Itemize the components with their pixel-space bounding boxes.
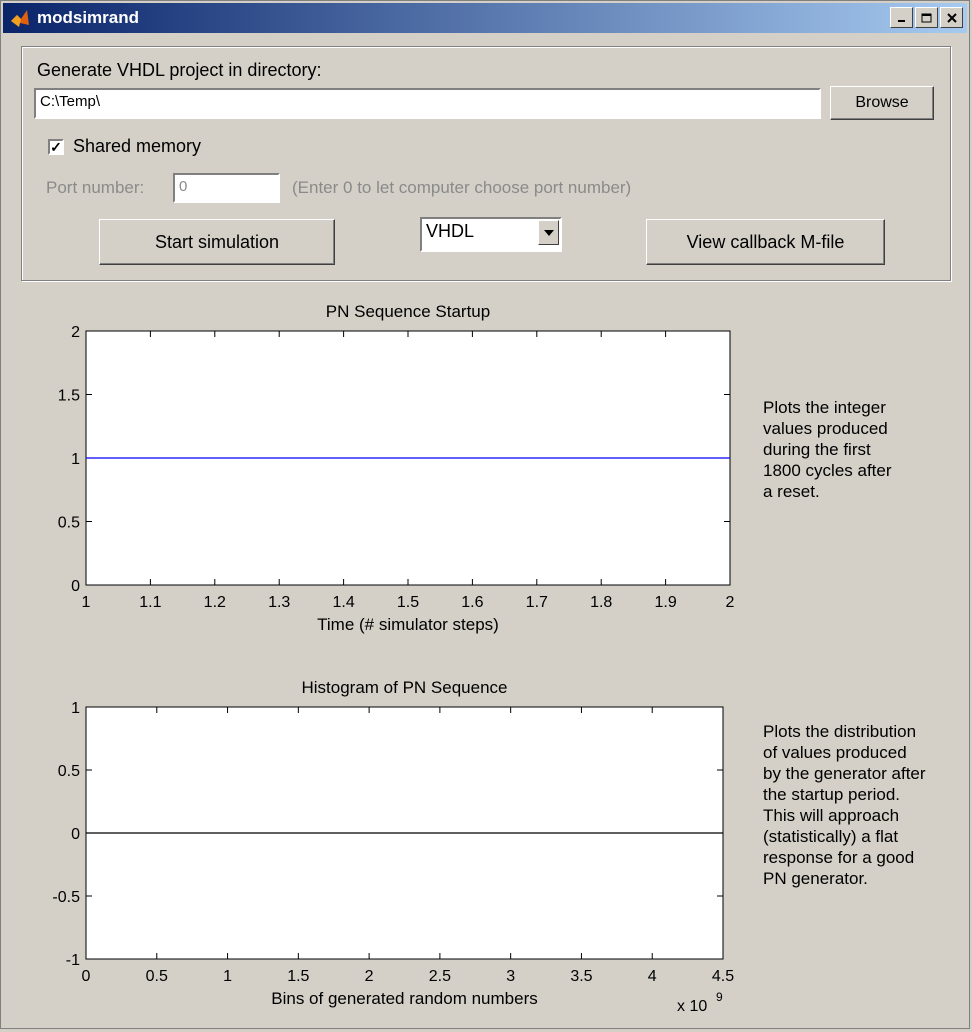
- chart1-x-tick-label: 1.6: [461, 594, 483, 611]
- chart1-y-tick-label: 0.5: [58, 515, 80, 532]
- chart2-x-axis-label: Bins of generated random numbers: [271, 989, 538, 1008]
- description-line: response for a good: [763, 848, 915, 867]
- chart2-x-tick-label: 3.5: [570, 968, 592, 985]
- chart2-title: Histogram of PN Sequence: [302, 678, 508, 697]
- chart1-y-tick-label: 2: [71, 324, 80, 341]
- description-line: (statistically) a flat: [763, 827, 899, 846]
- description-line: the startup period.: [763, 785, 901, 804]
- chart2-x-multiplier-exponent: 9: [716, 990, 723, 1004]
- description-line: This will approach: [763, 806, 900, 825]
- chart1-x-tick-label: 1.4: [332, 594, 354, 611]
- chart1-x-tick-label: 1.3: [268, 594, 290, 611]
- chart2-y-tick-label: 1: [71, 700, 80, 717]
- chart1-x-tick-label: 2: [726, 594, 735, 611]
- chart1-x-tick-label: 1.8: [590, 594, 612, 611]
- histogram-description: Plots the distribution of values produced…: [763, 721, 963, 889]
- chart2-x-tick-label: 4: [648, 968, 657, 985]
- chart1-x-tick-label: 1.9: [654, 594, 676, 611]
- chart2-y-tick-label: 0.5: [58, 763, 80, 780]
- chart2-y-tick-label: -1: [66, 952, 80, 969]
- chart1-x-tick-label: 1.2: [204, 594, 226, 611]
- description-line: during the first: [763, 440, 871, 459]
- chart1-y-tick-label: 0: [71, 578, 80, 595]
- chart2-x-tick-label: 1: [223, 968, 232, 985]
- description-line: by the generator after: [763, 764, 926, 783]
- chart1-y-tick-label: 1.5: [58, 388, 80, 405]
- chart2-x-tick-label: 0.5: [146, 968, 168, 985]
- chart2-y-tick-label: -0.5: [52, 889, 80, 906]
- chart2-x-tick-label: 4.5: [712, 968, 734, 985]
- chart2-x-tick-label: 1.5: [287, 968, 309, 985]
- chart2-x-tick-label: 2.5: [429, 968, 451, 985]
- description-line: 1800 cycles after: [763, 461, 892, 480]
- chart1-x-axis-label: Time (# simulator steps): [317, 615, 499, 634]
- chart1-x-tick-label: 1.5: [397, 594, 419, 611]
- chart1-title: PN Sequence Startup: [326, 302, 490, 321]
- chart2-x-tick-label: 3: [506, 968, 515, 985]
- startup-description: Plots the integer values produced during t…: [763, 397, 963, 502]
- chart2-x-multiplier: x 10: [677, 998, 707, 1015]
- chart2-x-tick-label: 0: [82, 968, 91, 985]
- description-line: PN generator.: [763, 869, 868, 888]
- description-line: a reset.: [763, 482, 820, 501]
- app-window: modsimrand Generate VHDL project in dire…: [0, 0, 970, 1029]
- description-line: values produced: [763, 419, 888, 438]
- description-line: Plots the integer: [763, 398, 886, 417]
- description-line: Plots the distribution: [763, 722, 917, 741]
- chart2-x-tick-label: 2: [365, 968, 374, 985]
- chart1-x-tick-label: 1: [82, 594, 91, 611]
- chart1-x-tick-label: 1.1: [139, 594, 161, 611]
- chart1-y-tick-label: 1: [71, 451, 80, 468]
- chart2-y-tick-label: 0: [71, 826, 80, 843]
- chart1-x-tick-label: 1.7: [526, 594, 548, 611]
- description-line: of values produced: [763, 743, 907, 762]
